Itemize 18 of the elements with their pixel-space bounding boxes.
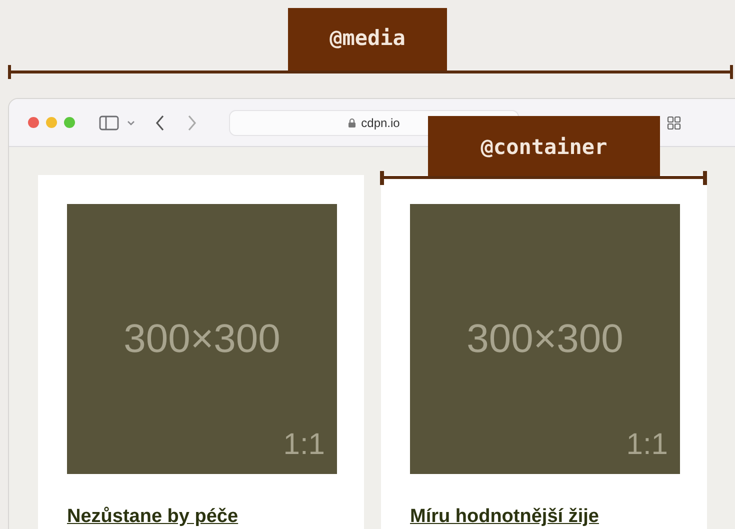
media-label: @media: [288, 8, 447, 72]
card-title-link[interactable]: Míru hodnotnější žije: [410, 506, 599, 528]
maximize-icon[interactable]: [64, 117, 75, 128]
lock-icon: [348, 118, 356, 128]
sidebar-icon[interactable]: [99, 114, 119, 130]
aspect-ratio-text: 1:1: [283, 428, 325, 462]
minimize-icon[interactable]: [46, 117, 57, 128]
container-label: @container: [428, 116, 660, 178]
back-icon[interactable]: [155, 114, 165, 130]
image-size-text: 300×300: [124, 316, 280, 362]
url-text: cdpn.io: [361, 116, 400, 130]
close-icon[interactable]: [28, 117, 39, 128]
forward-icon[interactable]: [187, 114, 197, 130]
card-title-link[interactable]: Nezůstane by péče: [67, 506, 238, 528]
tab-overview-icon[interactable]: [667, 116, 681, 130]
image-size-text: 300×300: [466, 316, 624, 362]
aspect-ratio-text: 1:1: [626, 428, 668, 462]
chevron-down-icon[interactable]: [127, 120, 135, 126]
